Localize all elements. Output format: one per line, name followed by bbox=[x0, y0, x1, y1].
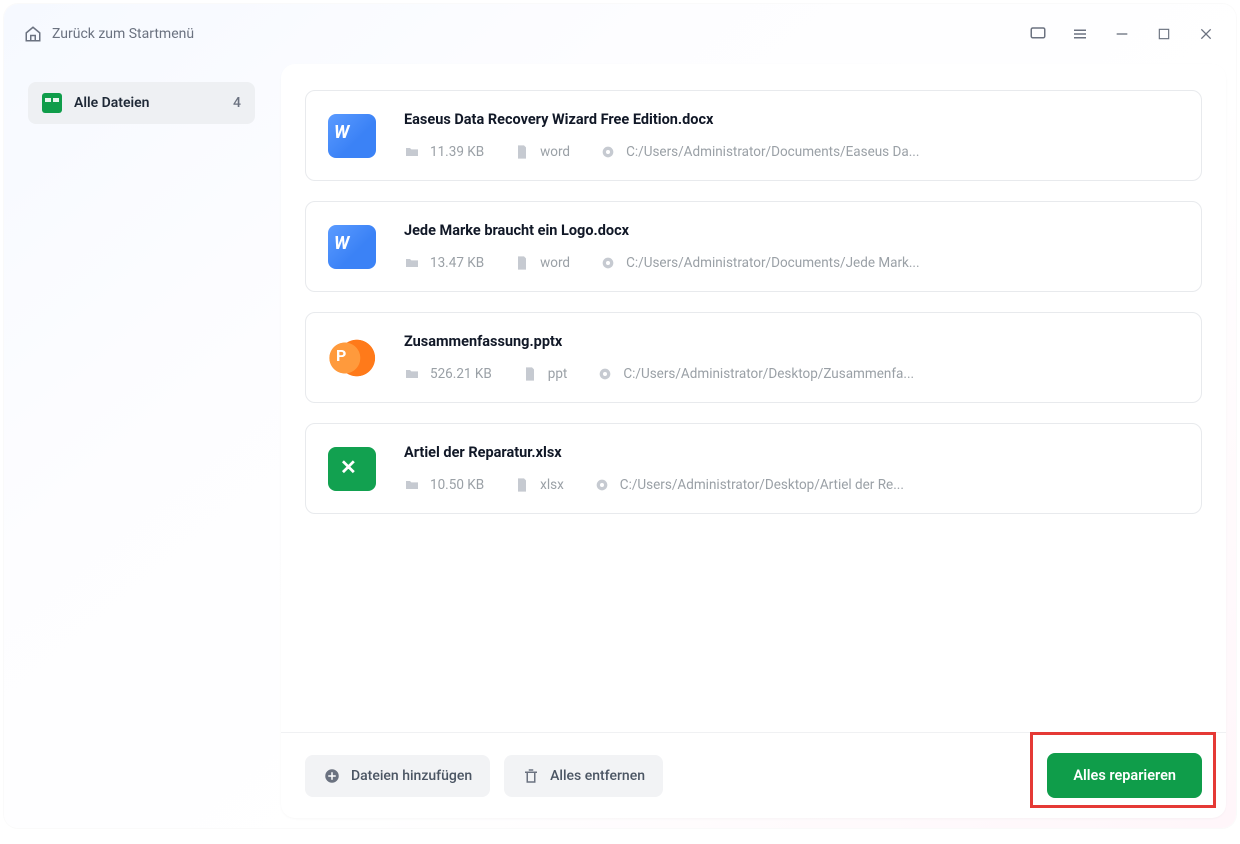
file-info: Easeus Data Recovery Wizard Free Edition… bbox=[404, 111, 1179, 160]
sidebar-item-label: Alle Dateien bbox=[74, 95, 150, 111]
file-info: Zusammenfassung.pptx 526.21 KB ppt C:/Us… bbox=[404, 333, 1179, 382]
maximize-button[interactable] bbox=[1154, 24, 1174, 44]
file-type: ppt bbox=[548, 366, 568, 382]
xls-file-icon bbox=[328, 447, 376, 491]
file-info: Jede Marke braucht ein Logo.docx 13.47 K… bbox=[404, 222, 1179, 271]
home-icon bbox=[24, 25, 42, 43]
size-icon bbox=[404, 366, 420, 382]
location-icon bbox=[597, 366, 613, 382]
file-name: Artiel der Reparatur.xlsx bbox=[404, 444, 1179, 461]
file-size: 10.50 KB bbox=[430, 477, 484, 493]
files-icon bbox=[42, 93, 62, 113]
repair-all-button[interactable]: Alles reparieren bbox=[1047, 753, 1202, 798]
location-icon bbox=[600, 255, 616, 271]
maximize-icon bbox=[1157, 27, 1171, 41]
ppt-file-icon bbox=[328, 336, 376, 380]
add-files-label: Dateien hinzufügen bbox=[351, 768, 472, 784]
size-icon bbox=[404, 144, 420, 160]
minimize-button[interactable] bbox=[1112, 24, 1132, 44]
file-type: word bbox=[540, 144, 570, 160]
file-name: Zusammenfassung.pptx bbox=[404, 333, 1179, 350]
sidebar-item-count: 4 bbox=[233, 95, 241, 111]
type-icon bbox=[514, 255, 530, 271]
file-size: 13.47 KB bbox=[430, 255, 484, 271]
size-icon bbox=[404, 255, 420, 271]
file-name: Easeus Data Recovery Wizard Free Edition… bbox=[404, 111, 1179, 128]
file-name: Jede Marke braucht ein Logo.docx bbox=[404, 222, 1179, 239]
minimize-icon bbox=[1114, 26, 1130, 42]
file-path: C:/Users/Administrator/Documents/Jede Ma… bbox=[626, 255, 920, 271]
file-meta: 13.47 KB word C:/Users/Administrator/Doc… bbox=[404, 255, 1179, 271]
remove-all-button[interactable]: Alles entfernen bbox=[504, 755, 663, 797]
file-meta: 11.39 KB word C:/Users/Administrator/Doc… bbox=[404, 144, 1179, 160]
file-row[interactable]: Easeus Data Recovery Wizard Free Edition… bbox=[305, 90, 1202, 181]
file-row[interactable]: Zusammenfassung.pptx 526.21 KB ppt C:/Us… bbox=[305, 312, 1202, 403]
window-controls bbox=[1028, 24, 1216, 44]
close-icon bbox=[1198, 26, 1214, 42]
file-meta: 526.21 KB ppt C:/Users/Administrator/Des… bbox=[404, 366, 1179, 382]
trash-icon bbox=[522, 767, 540, 785]
file-row[interactable]: Jede Marke braucht ein Logo.docx 13.47 K… bbox=[305, 201, 1202, 292]
file-row[interactable]: Artiel der Reparatur.xlsx 10.50 KB xlsx … bbox=[305, 423, 1202, 514]
titlebar: Zurück zum Startmenü bbox=[4, 4, 1236, 64]
main-panel: Easeus Data Recovery Wizard Free Edition… bbox=[281, 64, 1226, 818]
add-files-button[interactable]: Dateien hinzufügen bbox=[305, 755, 490, 797]
hamburger-icon bbox=[1071, 25, 1089, 43]
type-icon bbox=[514, 477, 530, 493]
type-icon bbox=[522, 366, 538, 382]
location-icon bbox=[600, 144, 616, 160]
word-file-icon bbox=[328, 225, 376, 269]
feedback-button[interactable] bbox=[1028, 24, 1048, 44]
word-file-icon bbox=[328, 114, 376, 158]
sidebar: Alle Dateien 4 bbox=[14, 64, 269, 818]
file-type: xlsx bbox=[540, 477, 564, 493]
close-button[interactable] bbox=[1196, 24, 1216, 44]
back-to-start-button[interactable]: Zurück zum Startmenü bbox=[24, 25, 194, 43]
file-path: C:/Users/Administrator/Desktop/Zusammenf… bbox=[623, 366, 914, 382]
type-icon bbox=[514, 144, 530, 160]
back-label: Zurück zum Startmenü bbox=[52, 26, 194, 42]
footer-toolbar: Dateien hinzufügen Alles entfernen Alles… bbox=[281, 732, 1226, 818]
file-info: Artiel der Reparatur.xlsx 10.50 KB xlsx … bbox=[404, 444, 1179, 493]
file-meta: 10.50 KB xlsx C:/Users/Administrator/Des… bbox=[404, 477, 1179, 493]
size-icon bbox=[404, 477, 420, 493]
menu-button[interactable] bbox=[1070, 24, 1090, 44]
file-list: Easeus Data Recovery Wizard Free Edition… bbox=[281, 64, 1226, 732]
file-size: 526.21 KB bbox=[430, 366, 492, 382]
file-path: C:/Users/Administrator/Desktop/Artiel de… bbox=[620, 477, 904, 493]
file-path: C:/Users/Administrator/Documents/Easeus … bbox=[626, 144, 919, 160]
file-size: 11.39 KB bbox=[430, 144, 484, 160]
file-type: word bbox=[540, 255, 570, 271]
sidebar-item-all-files[interactable]: Alle Dateien 4 bbox=[28, 82, 255, 124]
repair-all-label: Alles reparieren bbox=[1073, 767, 1176, 784]
location-icon bbox=[594, 477, 610, 493]
remove-all-label: Alles entfernen bbox=[550, 768, 645, 784]
chat-icon bbox=[1029, 25, 1047, 43]
plus-circle-icon bbox=[323, 767, 341, 785]
